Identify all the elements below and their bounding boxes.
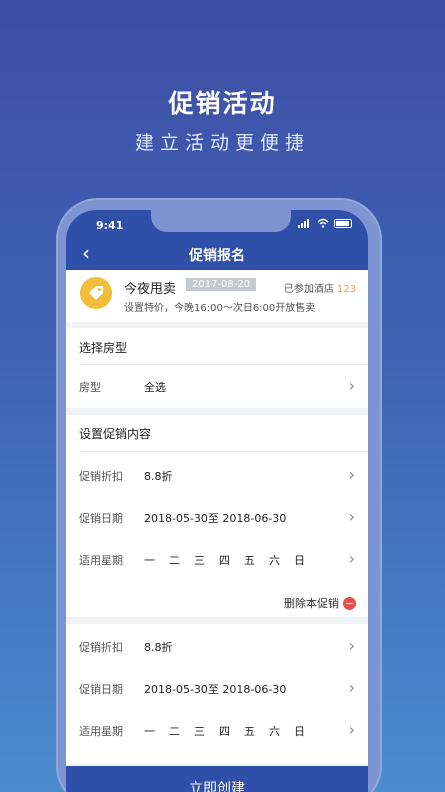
weekday-row[interactable]: 适用星期 一 二 三 四 五 六 日 › [66,541,368,577]
weekday-tue[interactable]: 二 [169,723,180,739]
room-type-row[interactable]: 房型 全选 › [66,368,368,404]
weekday-label: 适用星期 [79,725,123,738]
discount-value: 8.8折 [144,470,173,483]
divider [79,364,368,365]
room-section-title: 选择房型 [79,341,128,355]
promo-description: 设置特价，今晚16:00～次日6:00开放售卖 [124,303,316,314]
joined-label: 已参加酒店 [283,284,334,295]
battery-icon [334,218,352,228]
weekday-wed[interactable]: 三 [194,552,205,568]
weekday-sun[interactable]: 日 [294,723,305,739]
weekday-row-2[interactable]: 适用星期 一 二 三 四 五 六 日 › [66,712,368,748]
page-title: 促销报名 [189,248,245,264]
nav-bar: ‹ 促销报名 [66,238,368,270]
weekday-thu[interactable]: 四 [219,552,230,568]
room-type-label: 房型 [79,381,101,394]
weekday-wed[interactable]: 三 [194,723,205,739]
weekday-mon[interactable]: 一 [144,723,155,739]
date-value: 2018-05-30至 2018-06-30 [144,512,287,525]
hero-subtitle: 建立活动更便捷 [134,132,310,154]
phone-notch [151,210,291,232]
signal-icon [298,218,312,228]
content-section-title: 设置促销内容 [79,427,152,441]
weekday-fri[interactable]: 五 [244,723,255,739]
date-label: 促销日期 [79,683,123,696]
weekday-tue[interactable]: 二 [169,552,180,568]
phone-screen: 9:41 ‹ 促销报名 今夜甩卖 2017-08-20 已参加酒店 123 设置特… [66,210,368,792]
promo-date-badge: 2017-08-20 [186,278,257,291]
weekday-sat[interactable]: 六 [269,723,280,739]
discount-row[interactable]: 促销折扣 8.8折 › [66,457,368,493]
create-now-button[interactable]: 立即创建 [66,766,368,792]
room-type-value: 全选 [144,381,166,394]
promo-content-section: 设置促销内容 促销折扣 8.8折 › 促销日期 2018-05-30至 2018… [66,415,368,617]
date-value: 2018-05-30至 2018-06-30 [144,683,287,696]
delete-promo-button[interactable]: 删除本促销 [284,595,356,611]
discount-label: 促销折扣 [79,641,123,654]
wifi-icon [317,218,329,228]
room-section: 选择房型 房型 全选 › [66,328,368,408]
chevron-right-icon: › [348,507,355,526]
chevron-right-icon: › [348,465,355,484]
weekday-thu[interactable]: 四 [219,723,230,739]
promo-content-section-2: 促销折扣 8.8折 › 促销日期 2018-05-30至 2018-06-30 … [66,624,368,764]
chevron-right-icon: › [348,376,355,395]
delete-promo-label: 删除本促销 [284,597,339,610]
date-row[interactable]: 促销日期 2018-05-30至 2018-06-30 › [66,499,368,535]
date-label: 促销日期 [79,512,123,525]
hero-title: 促销活动 [168,89,277,118]
weekday-list: 一 二 三 四 五 六 日 [144,723,305,739]
weekday-mon[interactable]: 一 [144,552,155,568]
weekday-label: 适用星期 [79,554,123,567]
promo-card: 今夜甩卖 2017-08-20 已参加酒店 123 设置特价，今晚16:00～次日… [66,270,368,322]
joined-count: 123 [336,284,356,295]
divider [79,451,368,452]
status-icons [298,218,352,228]
date-row-2[interactable]: 促销日期 2018-05-30至 2018-06-30 › [66,670,368,706]
chevron-right-icon: › [348,678,355,697]
weekday-sat[interactable]: 六 [269,552,280,568]
weekday-sun[interactable]: 日 [294,552,305,568]
status-time: 9:41 [96,219,124,232]
weekday-fri[interactable]: 五 [244,552,255,568]
remove-icon [343,596,356,610]
chevron-right-icon: › [348,549,355,568]
discount-label: 促销折扣 [79,470,123,483]
tag-icon [80,277,112,309]
promo-name: 今夜甩卖 [124,282,177,297]
discount-row-2[interactable]: 促销折扣 8.8折 › [66,628,368,664]
discount-value: 8.8折 [144,641,173,654]
joined-hotels: 已参加酒店 123 [284,280,356,295]
weekday-list: 一 二 三 四 五 六 日 [144,552,305,568]
chevron-right-icon: › [348,720,355,739]
chevron-right-icon: › [348,636,355,655]
